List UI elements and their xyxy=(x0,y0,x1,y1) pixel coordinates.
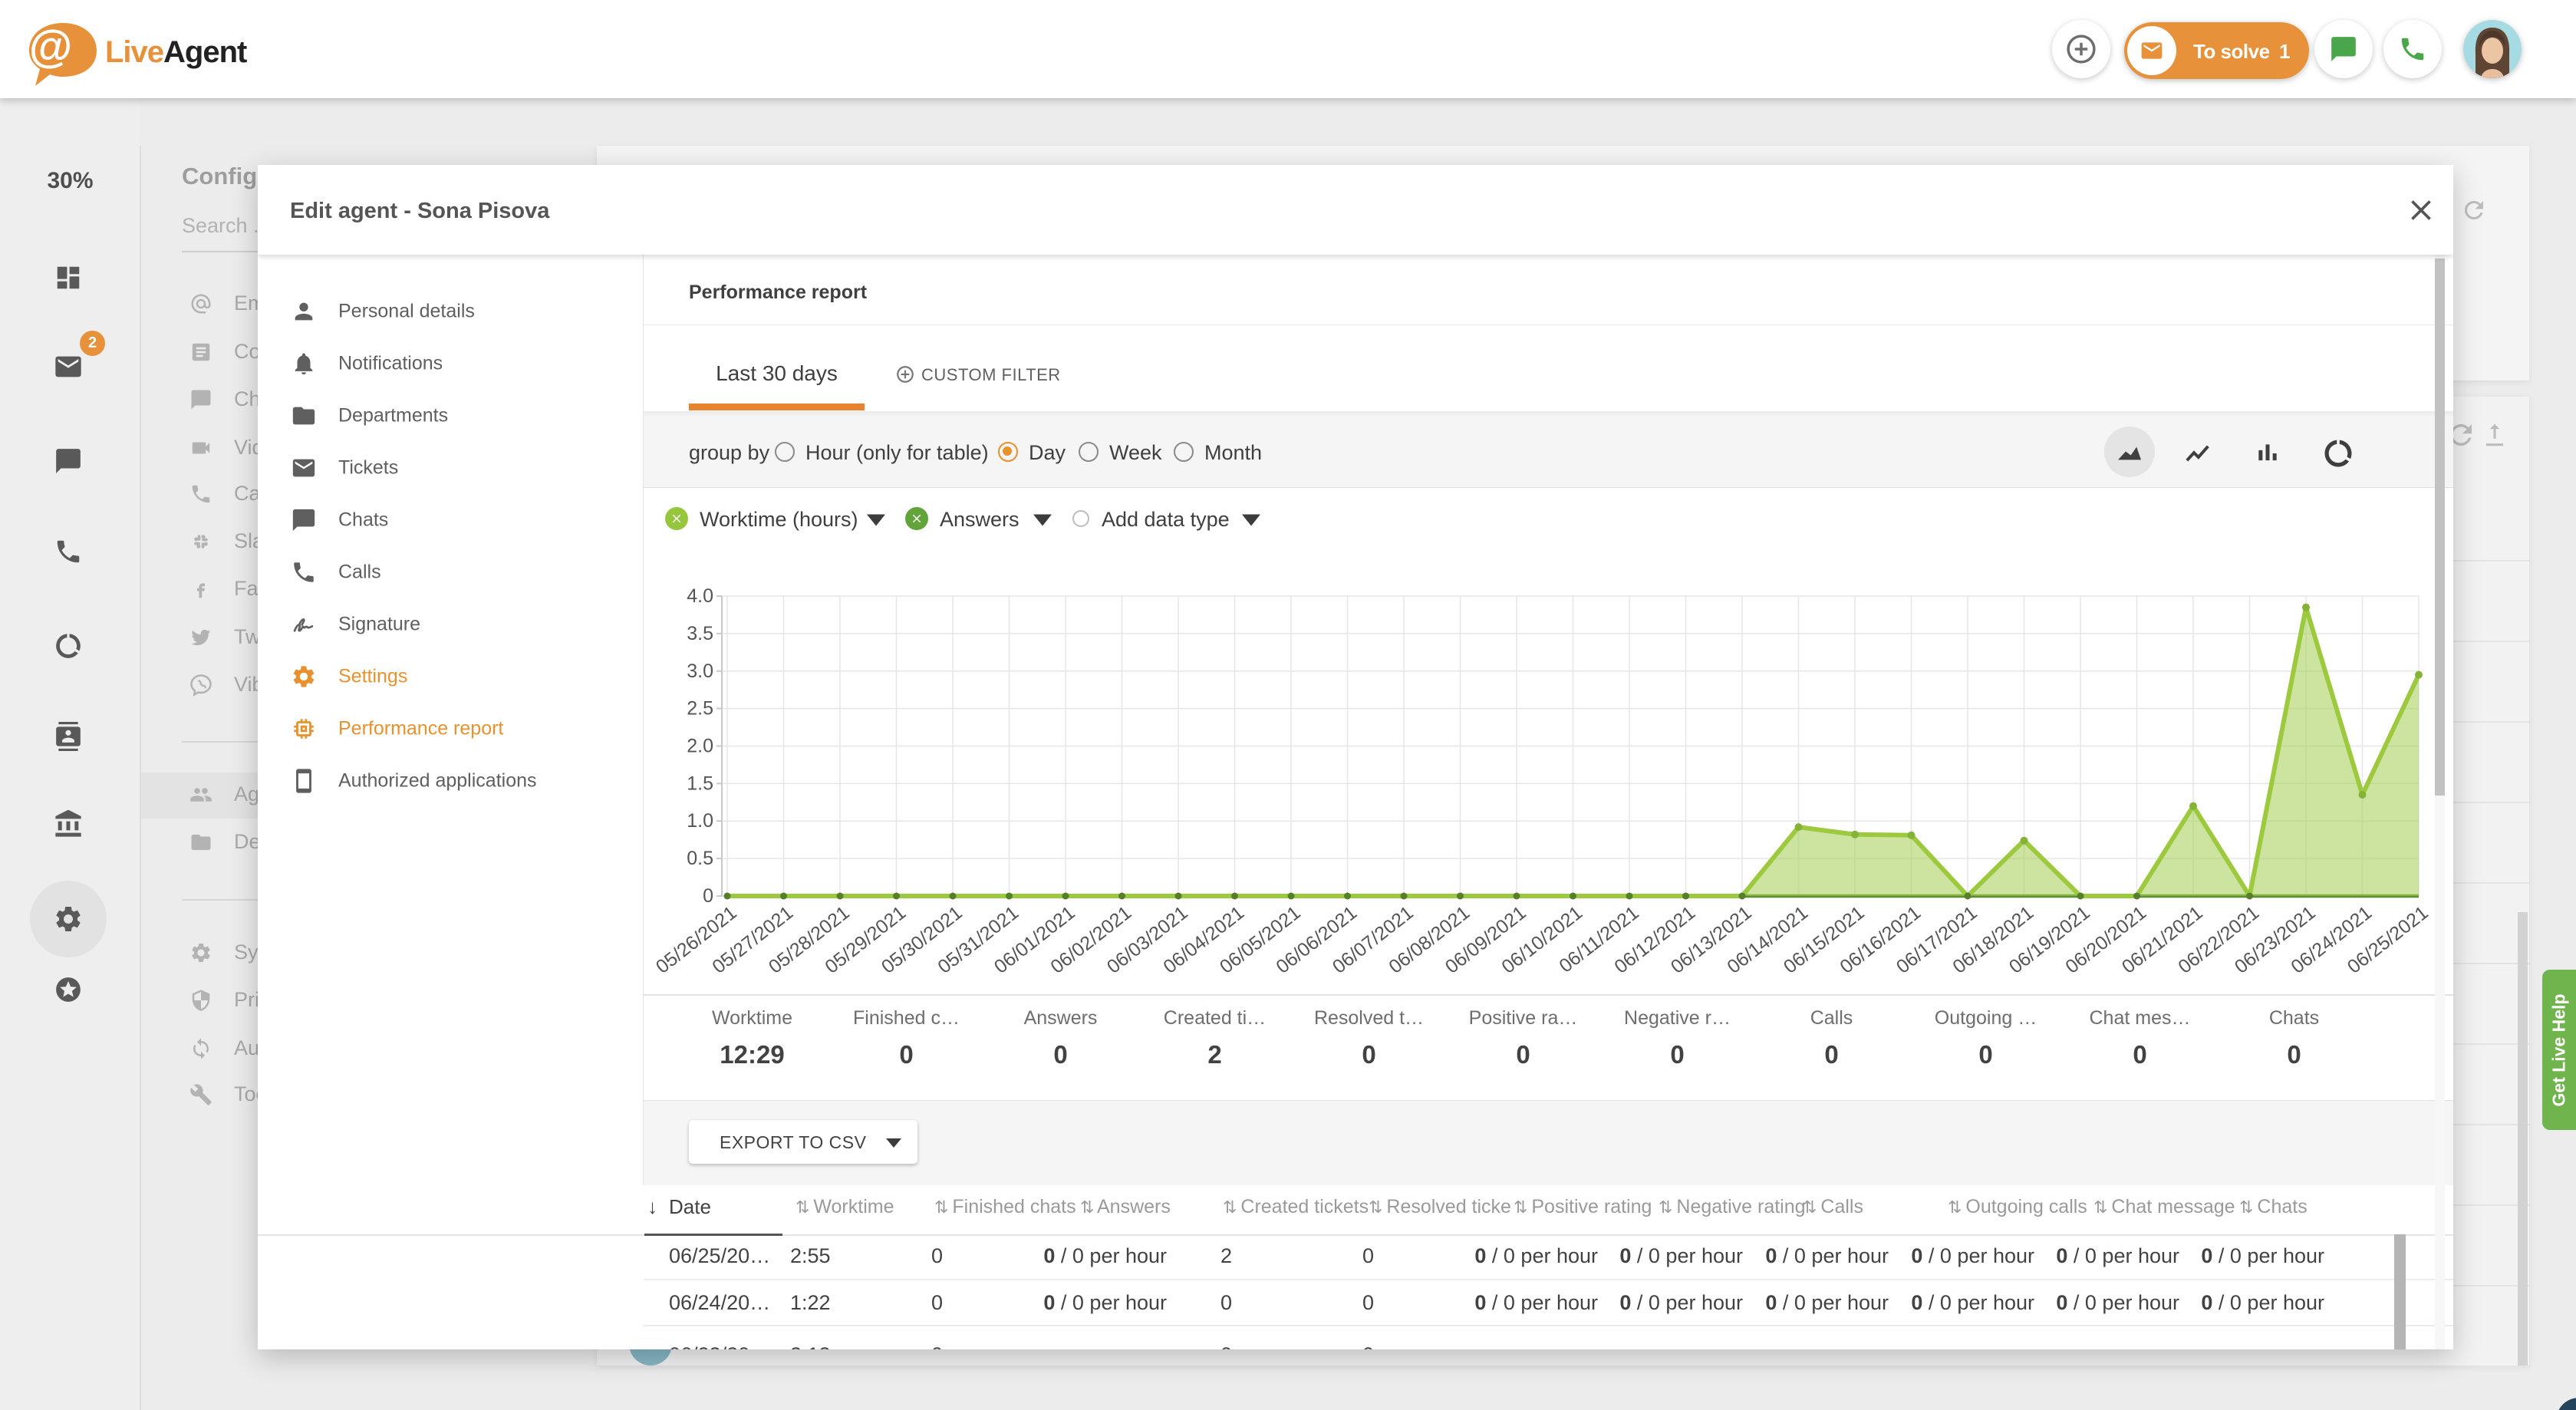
svg-text:0: 0 xyxy=(703,885,713,907)
svg-text:0.5: 0.5 xyxy=(687,848,713,869)
svg-text:3.5: 3.5 xyxy=(687,623,713,644)
svg-text:@: @ xyxy=(29,21,73,71)
svg-text:1.0: 1.0 xyxy=(687,810,713,832)
svg-text:4.0: 4.0 xyxy=(687,585,713,607)
svg-text:2.5: 2.5 xyxy=(687,698,713,720)
svg-text:1.5: 1.5 xyxy=(687,773,713,794)
svg-text:3.0: 3.0 xyxy=(687,661,713,682)
svg-text:2.0: 2.0 xyxy=(687,736,713,757)
